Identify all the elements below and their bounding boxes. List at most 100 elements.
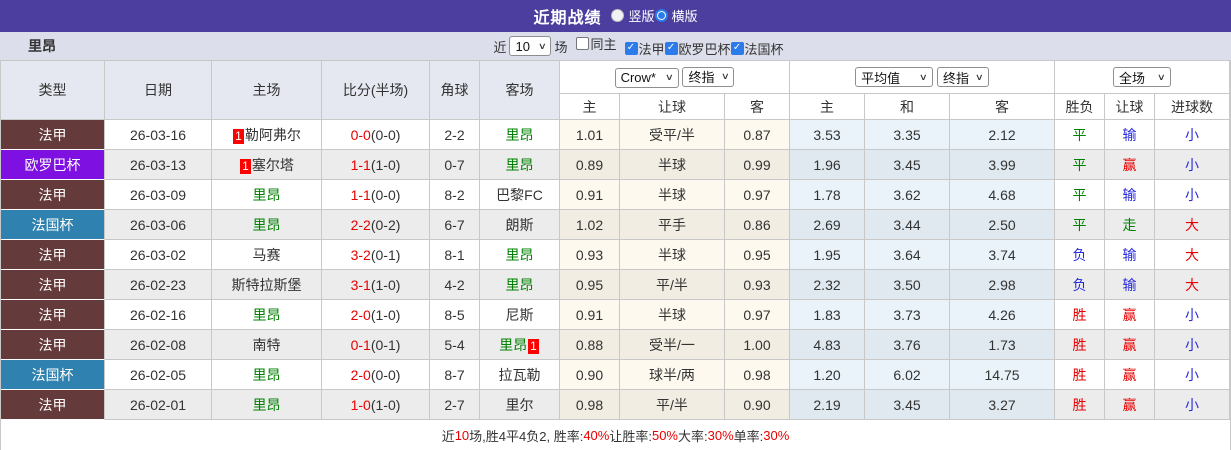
team-name: 里昂 — [505, 126, 534, 143]
sub-header-odds-away: 客 — [725, 94, 791, 120]
match-row: 法甲 26-02-23 斯特拉斯堡 3-1(1-0) 4-2 里昂 0.95 平/半 0.93 2… — [1, 270, 1231, 300]
odds-home-cell: 0.88 — [560, 330, 620, 360]
checkbox-label-text: 欧罗巴杯 — [678, 41, 731, 57]
radio-icon[interactable] — [654, 8, 668, 22]
score-cell: 3-2(0-1) — [322, 240, 430, 270]
avg-draw-cell: 3.45 — [865, 390, 951, 420]
team-name-label: 里昂 — [28, 38, 56, 54]
result-handicap-cell: 赢 — [1105, 390, 1156, 420]
match-date-cell: 26-03-06 — [105, 210, 212, 240]
result-goals-cell: 小 — [1155, 120, 1231, 150]
summary-segment: 50% — [651, 427, 678, 443]
odds-home-cell: 0.91 — [560, 300, 620, 330]
checkbox-icon[interactable] — [576, 37, 590, 51]
score-cell: 0-1(0-1) — [322, 330, 430, 360]
avg-away-cell: 3.74 — [950, 240, 1056, 270]
league-filter-checkbox-1[interactable]: ✓ 欧罗巴杯 — [664, 39, 731, 58]
match-row: 法国杯 26-03-06 里昂 2-2(0-2) 6-7 朗斯 1.02 平手 0.86 2.69… — [1, 210, 1231, 240]
league-badge-cell: 法甲 — [1, 390, 105, 420]
odds-handicap-cell: 平手 — [620, 210, 725, 240]
checkbox-icon[interactable]: ✓ — [730, 41, 744, 55]
avg-home-cell: 1.20 — [790, 360, 866, 390]
league-badge-cell: 法国杯 — [1, 360, 105, 390]
avg-group-header: 平均值 ∨ 终指 ∨ — [790, 61, 1056, 94]
checkbox-label-text: 同主 — [590, 37, 617, 53]
games-suffix-label: 场 — [554, 39, 568, 55]
match-row: 法甲 26-03-16 1 勒阿弗尔 0-0(0-0) 2-2 里昂 1.01 受平/半 0.87… — [1, 120, 1231, 150]
avg-stage-select[interactable]: 终指 ∨ — [936, 67, 989, 87]
home-team-cell: 里昂 — [212, 300, 322, 330]
away-team-cell: 拉瓦勒 — [480, 360, 560, 390]
layout-radio-vertical[interactable]: 竖版 — [611, 6, 655, 25]
away-team-cell: 尼斯 — [480, 300, 560, 330]
odds-handicap-cell: 平/半 — [620, 270, 725, 300]
same-home-checkbox[interactable]: 同主 — [576, 34, 617, 53]
team-name: 里尔 — [505, 396, 534, 413]
league-filter-checkbox-0[interactable]: ✓ 法甲 — [624, 39, 665, 58]
scope-select[interactable]: 全场 ∨ — [1113, 67, 1172, 87]
summary-segment: 40% — [583, 427, 610, 443]
odds-group-header: Crow* ∨ 终指 ∨ — [560, 61, 791, 94]
panel-title: 近期战绩 — [533, 10, 602, 27]
filter-bar: 里昂 近 10 ∨ 场 同主 ✓ 法甲 ✓ 欧罗巴杯 ✓ 法国杯 — [0, 32, 1231, 60]
avg-home-cell: 2.19 — [790, 390, 866, 420]
team-name: 巴黎FC — [496, 186, 543, 203]
bookmaker-select[interactable]: Crow* ∨ — [614, 67, 679, 88]
result-goals-cell: 小 — [1155, 150, 1231, 180]
league-badge-cell: 法甲 — [1, 300, 105, 330]
team-name: 拉瓦勒 — [498, 366, 541, 383]
chevron-down-icon: ∨ — [919, 71, 929, 82]
avg-draw-cell: 6.02 — [865, 360, 951, 390]
match-date-cell: 26-02-23 — [105, 270, 212, 300]
avg-draw-cell: 3.45 — [865, 150, 951, 180]
odds-away-cell: 0.97 — [725, 300, 791, 330]
result-goals-cell: 小 — [1155, 390, 1231, 420]
team-name: 里昂 — [252, 186, 281, 203]
result-goals-cell: 大 — [1155, 240, 1231, 270]
col-header-corner: 角球 — [430, 61, 480, 120]
result-handicap-cell: 赢 — [1105, 360, 1156, 390]
fulltime-score: 2-0 — [350, 306, 371, 323]
games-count-select[interactable]: 10 ∨ — [509, 36, 552, 56]
checkbox-icon[interactable]: ✓ — [624, 41, 638, 55]
league-badge-cell: 法甲 — [1, 240, 105, 270]
chevron-down-icon: ∨ — [975, 71, 985, 82]
team-name: 斯特拉斯堡 — [231, 276, 302, 293]
col-header-home: 主场 — [212, 61, 322, 120]
match-row: 法甲 26-02-16 里昂 2-0(1-0) 8-5 尼斯 0.91 半球 0.97 1.83 3… — [1, 300, 1231, 330]
home-team-cell: 1 勒阿弗尔 — [212, 120, 322, 150]
checkbox-icon[interactable]: ✓ — [664, 41, 678, 55]
avg-away-cell: 14.75 — [950, 360, 1056, 390]
col-header-away: 客场 — [480, 61, 560, 120]
score-cell: 1-1(0-0) — [322, 180, 430, 210]
fulltime-score: 1-1 — [350, 156, 371, 173]
avg-home-cell: 1.78 — [790, 180, 866, 210]
home-team-cell: 里昂 — [212, 360, 322, 390]
score-cell: 2-2(0-2) — [322, 210, 430, 240]
home-team-cell: 里昂 — [212, 180, 322, 210]
odds-away-cell: 0.95 — [725, 240, 791, 270]
odds-handicap-cell: 半球 — [620, 180, 725, 210]
avg-draw-cell: 3.44 — [865, 210, 951, 240]
match-date-cell: 26-02-05 — [105, 360, 212, 390]
radio-icon[interactable] — [611, 8, 625, 22]
summary-segment: 近 — [441, 428, 455, 444]
result-outcome-cell: 负 — [1055, 270, 1106, 300]
corner-cell: 8-7 — [430, 360, 480, 390]
halftime-score: (0-0) — [370, 126, 401, 143]
avg-type-select[interactable]: 平均值 ∨ — [855, 67, 934, 87]
league-badge-cell: 法甲 — [1, 180, 105, 210]
odds-away-cell: 0.90 — [725, 390, 791, 420]
home-team-cell: 斯特拉斯堡 — [212, 270, 322, 300]
score-cell: 2-0(0-0) — [322, 360, 430, 390]
odds-handicap-cell: 受半/一 — [620, 330, 725, 360]
odds-stage-select[interactable]: 终指 ∨ — [682, 66, 735, 87]
odds-away-cell: 0.93 — [725, 270, 791, 300]
away-team-cell: 里尔 — [480, 390, 560, 420]
result-handicap-cell: 输 — [1105, 270, 1156, 300]
result-goals-cell: 小 — [1155, 330, 1231, 360]
league-filter-checkbox-2[interactable]: ✓ 法国杯 — [730, 39, 784, 58]
result-outcome-cell: 平 — [1055, 180, 1106, 210]
layout-radio-horizontal[interactable]: 横版 — [654, 6, 698, 25]
odds-away-cell: 1.00 — [725, 330, 791, 360]
